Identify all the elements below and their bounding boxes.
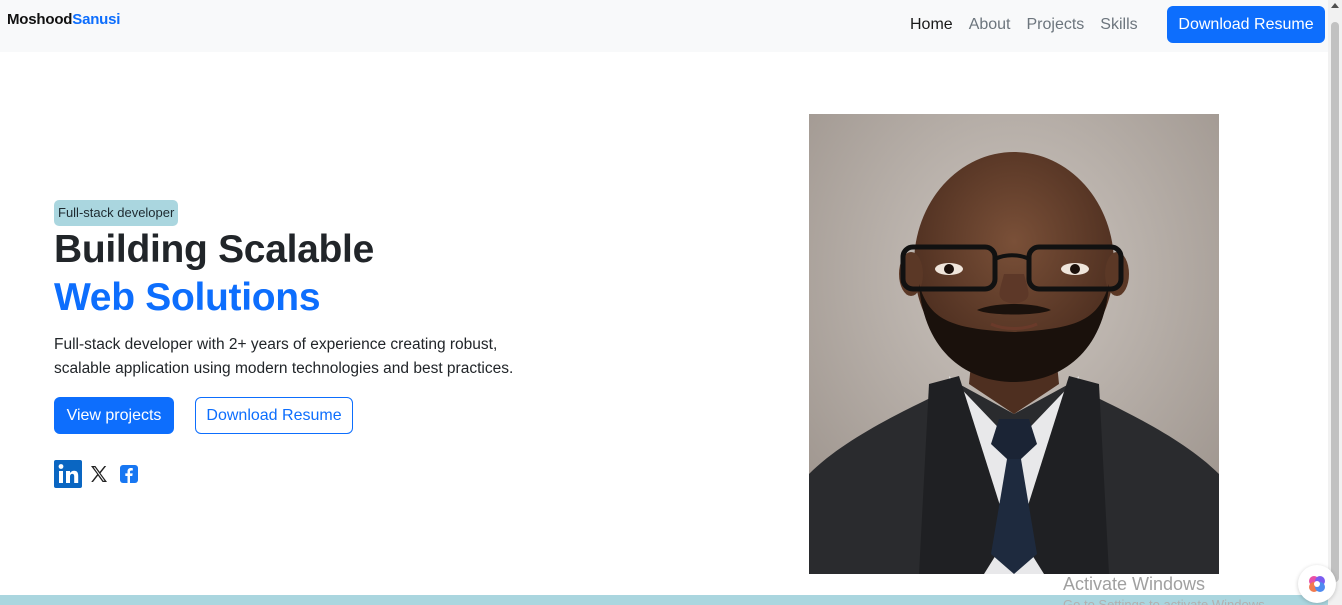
brand-logo[interactable]: MoshoodSanusi bbox=[7, 11, 120, 28]
view-projects-button[interactable]: View projects bbox=[54, 397, 174, 434]
hero-title-line1: Building Scalable bbox=[54, 228, 374, 271]
nav-link-about[interactable]: About bbox=[969, 15, 1011, 35]
brand-last-name: Sanusi bbox=[72, 11, 121, 28]
assistant-floating-button[interactable] bbox=[1298, 565, 1336, 603]
scroll-up-arrow-icon[interactable] bbox=[1331, 3, 1339, 8]
facebook-icon[interactable] bbox=[119, 464, 139, 484]
windows-activation-subtitle: Go to Settings to activate Windows. bbox=[1063, 597, 1269, 605]
page: MoshoodSanusi Home About Projects Skills… bbox=[0, 0, 1342, 605]
social-links bbox=[54, 460, 139, 488]
brain-icon bbox=[1309, 576, 1325, 592]
scrollbar-thumb[interactable] bbox=[1331, 22, 1339, 582]
role-badge: Full-stack developer bbox=[54, 200, 179, 226]
nav-links: Home About Projects Skills bbox=[910, 15, 1154, 35]
linkedin-icon[interactable] bbox=[54, 460, 82, 488]
nav-link-skills[interactable]: Skills bbox=[1100, 15, 1137, 35]
page-scrollbar[interactable] bbox=[1328, 0, 1342, 605]
hero-title-line2: Web Solutions bbox=[54, 276, 321, 319]
profile-photo bbox=[809, 114, 1219, 574]
navbar: MoshoodSanusi Home About Projects Skills… bbox=[0, 0, 1328, 52]
nav-link-home[interactable]: Home bbox=[910, 15, 953, 35]
x-icon[interactable] bbox=[89, 464, 109, 484]
windows-activation-title: Activate Windows bbox=[1063, 574, 1206, 594]
nav-link-projects[interactable]: Projects bbox=[1027, 15, 1085, 35]
brand-first-name: Moshood bbox=[7, 11, 73, 28]
download-resume-button[interactable]: Download Resume bbox=[195, 397, 353, 434]
nav-download-resume-button[interactable]: Download Resume bbox=[1167, 6, 1325, 43]
hero-description: Full-stack developer with 2+ years of ex… bbox=[54, 336, 514, 377]
